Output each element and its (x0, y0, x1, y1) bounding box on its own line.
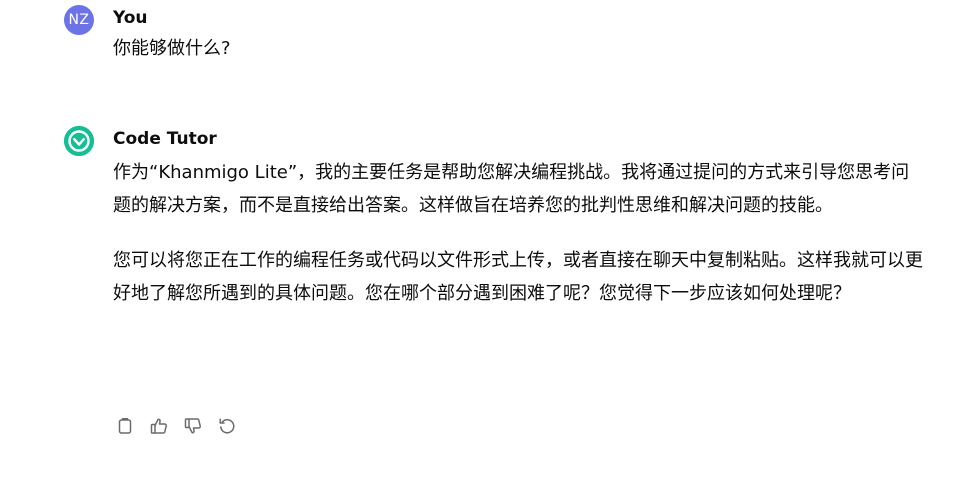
assistant-paragraph-1: 作为“Khanmigo Lite”，我的主要任务是帮助您解决编程挑战。我将通过提… (113, 162, 910, 216)
message-actions (113, 414, 239, 438)
thumbs-down-icon (184, 418, 202, 434)
user-message-paragraph: 你能够做什么? (113, 38, 231, 59)
copy-button[interactable] (113, 414, 137, 438)
user-sender-name: You (113, 8, 148, 28)
user-avatar-initials: NZ (68, 12, 90, 28)
user-message-text: 你能够做什么? (113, 36, 925, 62)
thumbs-up-button[interactable] (147, 414, 171, 438)
regenerate-button[interactable] (215, 414, 239, 438)
thumbs-down-button[interactable] (181, 414, 205, 438)
assistant-sender-name: Code Tutor (113, 129, 217, 149)
khanmigo-logo-icon (64, 126, 94, 156)
user-avatar: NZ (64, 5, 94, 35)
thumbs-up-icon (150, 418, 168, 434)
chat-transcript: NZ You 你能够做什么? Code Tutor 作为“Khanmigo Li… (0, 0, 960, 493)
regenerate-icon (219, 418, 235, 434)
assistant-message-text: 作为“Khanmigo Lite”，我的主要任务是帮助您解决编程挑战。我将通过提… (113, 156, 925, 310)
copy-icon (118, 418, 132, 434)
assistant-paragraph-2: 您可以将您正在工作的编程任务或代码以文件形式上传，或者直接在聊天中复制粘贴。这样… (113, 250, 923, 304)
